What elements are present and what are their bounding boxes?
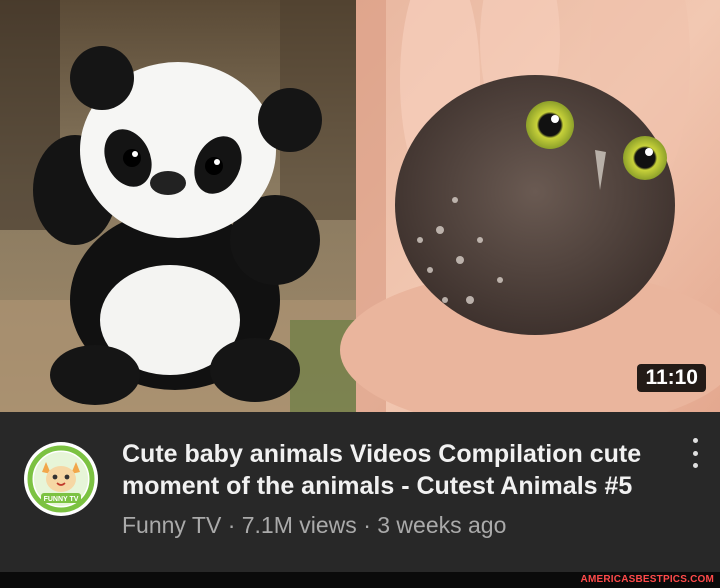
- separator: ·: [227, 512, 242, 538]
- view-count: 7.1M views: [241, 512, 357, 538]
- more-vert-icon[interactable]: [686, 436, 704, 470]
- cartoon-cat-icon: FUNNY TV: [25, 443, 97, 515]
- video-byline: Funny TV · 7.1M views · 3 weeks ago: [122, 510, 506, 540]
- channel-name[interactable]: Funny TV: [122, 512, 221, 538]
- thumbnail-image: [0, 0, 720, 412]
- channel-avatar[interactable]: FUNNY TV: [24, 442, 98, 516]
- upload-age: 3 weeks ago: [377, 512, 507, 538]
- duration-badge: 11:10: [637, 364, 706, 392]
- separator: ·: [363, 512, 378, 538]
- video-title[interactable]: Cute baby animals Videos Compilation cut…: [122, 438, 667, 502]
- video-thumbnail[interactable]: 11:10: [0, 0, 720, 412]
- watermark-text: AMERICASBESTPICS.COM: [580, 574, 714, 585]
- avatar-label: FUNNY TV: [44, 496, 79, 503]
